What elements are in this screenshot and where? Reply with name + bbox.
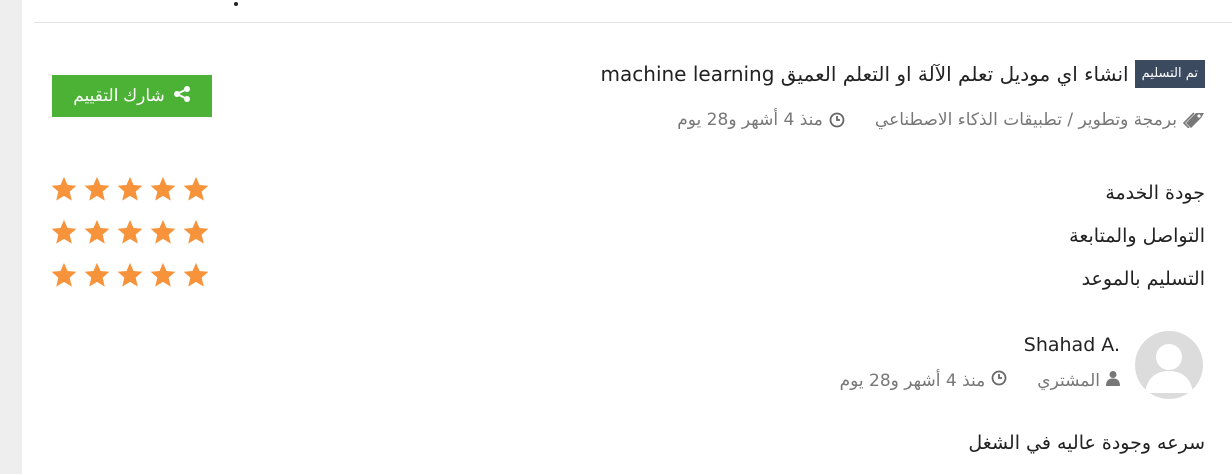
- star-icon: [84, 219, 110, 244]
- star-icon: [84, 262, 110, 287]
- star-icon: [117, 219, 143, 244]
- project-title-link[interactable]: انشاء اي موديل تعلم الآلة او التعلم العم…: [601, 60, 1129, 88]
- star-rating-quality: [50, 176, 210, 202]
- bullet-dot: [234, 2, 238, 6]
- reviewer-meta: المشتري منذ 4 أشهر و28 يوم: [840, 370, 1120, 391]
- star-icon: [117, 262, 143, 287]
- star-icon: [183, 176, 209, 201]
- star-rating-delivery: [50, 262, 210, 288]
- reviewer-name-link[interactable]: Shahad A.: [1024, 334, 1120, 356]
- star-icon: [150, 176, 176, 201]
- user-icon: [1106, 370, 1120, 391]
- rating-label-quality: جودة الخدمة: [1105, 182, 1205, 204]
- star-icon: [183, 219, 209, 244]
- reviewer-role: المشتري: [1037, 370, 1100, 391]
- star-icon: [51, 262, 77, 287]
- star-icon: [84, 176, 110, 201]
- star-icon: [117, 176, 143, 201]
- project-title-row: تم التسليم انشاء اي موديل تعلم الآلة او …: [601, 60, 1205, 88]
- star-icon: [183, 262, 209, 287]
- star-icon: [150, 262, 176, 287]
- rating-label-delivery: التسليم بالموعد: [1081, 268, 1205, 290]
- tags-icon: [1183, 112, 1205, 128]
- project-category-link[interactable]: برمجة وتطوير / تطبيقات الذكاء الاصطناعي: [875, 110, 1177, 130]
- review-comment: سرعه وجودة عاليه في الشغل: [968, 432, 1205, 454]
- avatar[interactable]: [1135, 331, 1203, 399]
- project-time: منذ 4 أشهر و28 يوم: [677, 110, 823, 130]
- star-icon: [150, 219, 176, 244]
- project-meta: برمجة وتطوير / تطبيقات الذكاء الاصطناعي …: [677, 110, 1205, 130]
- top-divider: [34, 22, 1232, 23]
- share-rating-button[interactable]: شارك التقييم: [52, 75, 212, 117]
- clock-icon: [829, 112, 845, 128]
- star-icon: [51, 176, 77, 201]
- left-gutter: [0, 0, 22, 474]
- star-icon: [51, 219, 77, 244]
- rating-label-communication: التواصل والمتابعة: [1069, 225, 1205, 247]
- status-badge: تم التسليم: [1134, 60, 1205, 88]
- star-rating-communication: [50, 219, 210, 245]
- share-icon: [173, 85, 191, 108]
- share-button-label: شارك التقييم: [73, 86, 165, 105]
- clock-icon: [991, 370, 1007, 391]
- review-time: منذ 4 أشهر و28 يوم: [839, 370, 986, 391]
